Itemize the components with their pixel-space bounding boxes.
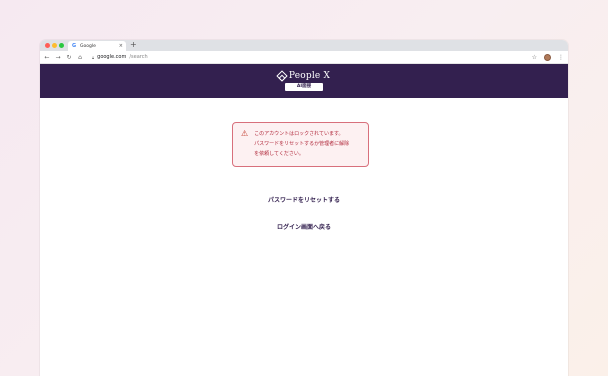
- alert-message: このアカウントはロックされています。 パスワードをリセットするか管理者に解除 を…: [254, 129, 349, 160]
- lock-icon: 🔒︎: [92, 54, 95, 60]
- app-header: People X AI面接: [40, 64, 568, 98]
- reload-icon[interactable]: ↻: [66, 51, 72, 64]
- back-arrow-icon[interactable]: ←: [44, 51, 50, 64]
- reset-password-link[interactable]: パスワードをリセットする: [40, 195, 568, 204]
- forward-arrow-icon[interactable]: →: [55, 51, 61, 64]
- new-tab-button[interactable]: +: [130, 40, 137, 50]
- brand-name: People X: [288, 71, 331, 81]
- diamond-logo-icon: [276, 70, 288, 82]
- back-to-login-link[interactable]: ログイン画面へ戻る: [40, 222, 568, 231]
- more-menu-icon[interactable]: ⋮: [558, 54, 564, 61]
- alert-line-3: を依頼してください。: [254, 151, 304, 157]
- ai-interview-badge: AI面接: [284, 83, 324, 91]
- close-window-button[interactable]: [45, 43, 50, 48]
- url-host: google.com: [97, 54, 127, 60]
- google-favicon-icon: G: [71, 43, 77, 49]
- url-path: /search: [129, 54, 148, 60]
- profile-avatar[interactable]: [544, 54, 551, 61]
- address-bar: ← → ↻ ⌂ 🔒︎ google.com/search ☆ ⋮: [40, 51, 568, 64]
- alert-line-1: このアカウントはロックされています。: [254, 131, 344, 137]
- tab-title: Google: [80, 43, 96, 49]
- account-locked-alert: ⚠ このアカウントはロックされています。 パスワードをリセットするか管理者に解除…: [232, 122, 369, 167]
- home-icon[interactable]: ⌂: [77, 51, 83, 64]
- minimize-window-button[interactable]: [52, 43, 57, 48]
- alert-line-2: パスワードをリセットするか管理者に解除: [254, 141, 350, 147]
- browser-tab[interactable]: G Google ×: [68, 41, 126, 51]
- bookmark-star-icon[interactable]: ☆: [532, 54, 537, 61]
- tab-bar: G Google × +: [40, 40, 568, 51]
- warning-triangle-icon: ⚠: [241, 129, 249, 138]
- brand-logo: People X: [276, 70, 331, 82]
- main-content: ⚠ このアカウントはロックされています。 パスワードをリセットするか管理者に解除…: [40, 98, 568, 376]
- browser-window: G Google × + ← → ↻ ⌂ 🔒︎ google.com/searc…: [40, 40, 568, 376]
- maximize-window-button[interactable]: [59, 43, 64, 48]
- url-field[interactable]: 🔒︎ google.com/search: [92, 54, 148, 60]
- tab-close-icon[interactable]: ×: [119, 43, 123, 49]
